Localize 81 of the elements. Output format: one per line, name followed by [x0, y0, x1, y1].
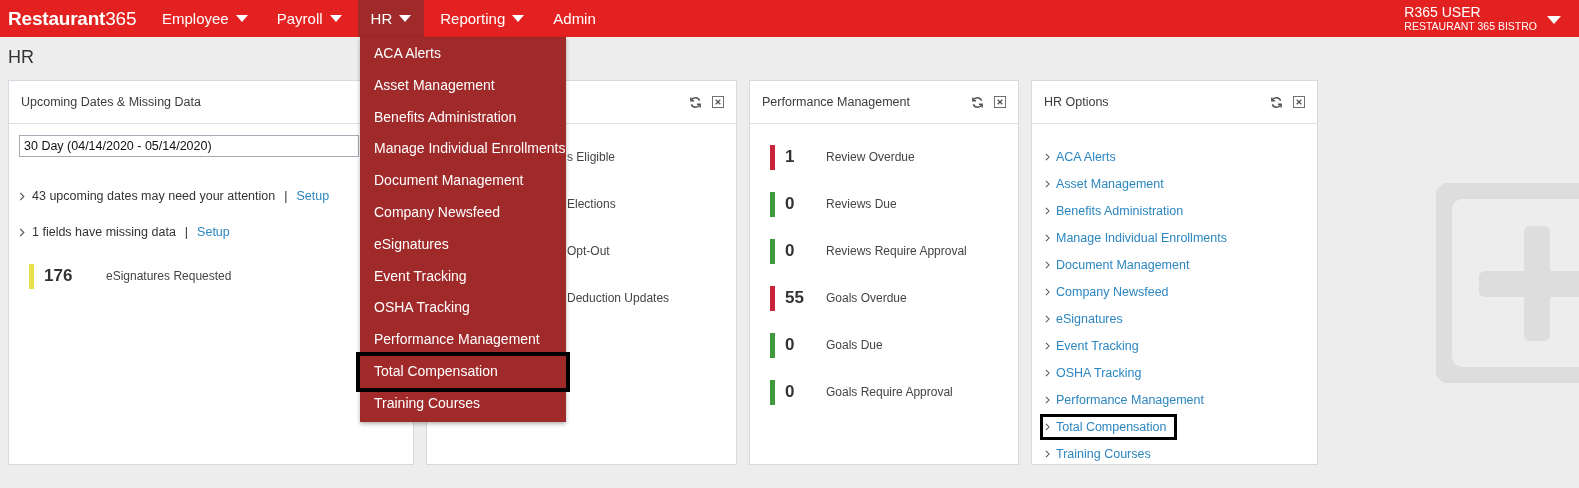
chevron-icon[interactable]	[19, 227, 25, 237]
notice-text: 43 upcoming dates may need your attention	[32, 189, 276, 203]
chevron-icon	[1045, 179, 1050, 188]
metric-value: 0	[784, 241, 796, 261]
setup-link[interactable]: Setup	[296, 189, 330, 203]
chevron-icon	[1045, 395, 1050, 404]
metric-label: Opt-Out	[567, 244, 610, 258]
metric-label: Goals Overdue	[826, 291, 907, 305]
separator: |	[184, 225, 189, 239]
menu-item[interactable]: Benefits Administration	[360, 101, 566, 134]
metric-value: 0	[784, 382, 796, 402]
nav-menu[interactable]: Payroll	[263, 0, 355, 37]
option-link[interactable]: Benefits Administration	[1040, 197, 1195, 224]
date-select[interactable]: 30 Day (04/14/2020 - 05/14/2020)	[19, 135, 359, 157]
menu-item[interactable]: Event Tracking	[360, 260, 566, 293]
nav-menu[interactable]: HR	[357, 0, 425, 37]
caret-icon[interactable]	[1547, 15, 1561, 24]
option-link[interactable]: ACA Alerts	[1040, 143, 1127, 170]
menu-item[interactable]: Manage Individual Enrollments	[360, 133, 566, 166]
chevron-icon	[1045, 422, 1050, 431]
metric-label: eSignatures Requested	[106, 269, 232, 283]
metric-value: 55	[784, 288, 805, 308]
page-title: HR	[8, 47, 34, 69]
chevron-icon	[1045, 152, 1050, 161]
user-name[interactable]: R365 USER	[1404, 4, 1537, 20]
setup-link[interactable]: Setup	[197, 225, 230, 239]
metric-label: s Eligible	[567, 150, 616, 164]
metric-label: Deduction Updates	[567, 291, 670, 305]
menu-item[interactable]: Asset Management	[360, 69, 566, 102]
chevron-icon	[1045, 314, 1050, 323]
menu-item[interactable]: eSignatures	[360, 228, 566, 261]
chevron-icon	[1045, 233, 1050, 242]
metric-label: Elections	[567, 197, 616, 211]
refresh-icon[interactable]	[1270, 95, 1283, 109]
option-link[interactable]: Total Compensation	[1040, 413, 1178, 440]
company-name[interactable]: RESTAURANT 365 BISTRO	[1404, 19, 1537, 33]
metric-label: Goals Due	[826, 338, 883, 352]
menu-item[interactable]: Document Management	[360, 165, 566, 197]
panel-title: Performance Management	[762, 95, 910, 109]
chevron-icon	[1045, 449, 1050, 458]
metric-value: 0	[784, 335, 796, 355]
nav-menu[interactable]: Employee	[149, 0, 261, 37]
panel-title: Upcoming Dates & Missing Data	[21, 95, 201, 109]
menu-item[interactable]: Company Newsfeed	[360, 197, 566, 229]
menu-item[interactable]: ACA Alerts	[360, 38, 566, 70]
chevron-icon	[1045, 206, 1050, 215]
separator: |	[284, 189, 288, 203]
menu-item[interactable]: Performance Management	[360, 324, 566, 356]
refresh-icon[interactable]	[971, 95, 984, 109]
nav-menu[interactable]: Reporting	[427, 0, 538, 37]
chevron-icon	[1045, 368, 1050, 377]
option-link[interactable]: Event Tracking	[1040, 332, 1150, 359]
metric-label: Reviews Due	[826, 197, 897, 211]
menu-item[interactable]: Training Courses	[360, 387, 566, 420]
option-link[interactable]: OSHA Tracking	[1040, 359, 1153, 386]
chevron-icon[interactable]	[19, 191, 25, 201]
refresh-icon[interactable]	[689, 95, 702, 109]
logo[interactable]: Restaurant365	[8, 7, 149, 30]
option-link[interactable]: Company Newsfeed	[1040, 278, 1180, 305]
metric-value: 0	[784, 194, 796, 214]
metric-value: 176	[43, 266, 74, 286]
metric-label: Review Overdue	[826, 150, 915, 164]
option-link[interactable]: Manage Individual Enrollments	[1040, 224, 1238, 251]
nav-menu[interactable]: Admin	[540, 0, 609, 37]
menu-item[interactable]: OSHA Tracking	[360, 292, 566, 325]
option-link[interactable]: eSignatures	[1040, 305, 1134, 332]
metric-label: Goals Require Approval	[826, 385, 953, 399]
chevron-icon	[1045, 287, 1050, 296]
chevron-icon	[1045, 341, 1050, 350]
option-link[interactable]: Document Management	[1040, 251, 1201, 278]
option-link[interactable]: Performance Management	[1040, 386, 1215, 413]
chevron-icon	[1045, 260, 1050, 269]
metric-label: Reviews Require Approval	[826, 244, 967, 258]
panel-title: HR Options	[1044, 95, 1109, 109]
option-link[interactable]: Training Courses	[1040, 440, 1162, 467]
close-icon[interactable]	[1293, 96, 1305, 108]
close-icon[interactable]	[994, 96, 1006, 108]
close-icon[interactable]	[712, 96, 724, 108]
option-link[interactable]: Asset Management	[1040, 170, 1175, 197]
metric-value: 1	[784, 147, 796, 167]
notice-text: 1 fields have missing data	[32, 225, 176, 239]
